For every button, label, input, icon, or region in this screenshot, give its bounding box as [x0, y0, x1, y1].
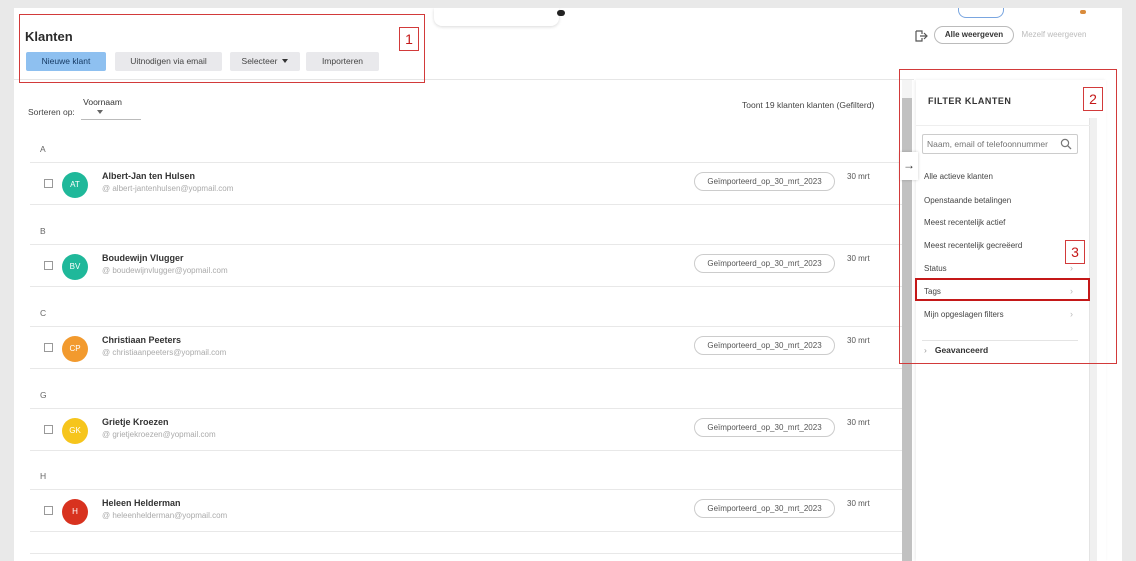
client-date: 30 mrt — [847, 336, 870, 345]
annotation-box-3 — [915, 278, 1090, 301]
divider — [30, 368, 906, 369]
client-name[interactable]: Heleen Helderman — [102, 498, 181, 508]
row-checkbox[interactable] — [44, 261, 53, 270]
client-tag[interactable]: Geïmporteerd_op_30_mrt_2023 — [694, 254, 835, 273]
result-count: Toont 19 klanten klanten (Gefilterd) — [742, 100, 875, 110]
client-email: @ grietjekroezen@yopmail.com — [102, 430, 216, 439]
avatar: AT — [62, 172, 88, 198]
divider — [30, 204, 906, 205]
annotation-number: 1 — [399, 27, 419, 51]
section-letter: H — [40, 471, 47, 481]
sort-value: Voornaam — [83, 97, 122, 107]
avatar: CP — [62, 336, 88, 362]
divider — [30, 326, 906, 327]
section-letter: B — [40, 226, 46, 236]
divider — [30, 489, 906, 490]
annotation-box-2 — [899, 69, 1117, 364]
client-date: 30 mrt — [847, 499, 870, 508]
divider — [30, 286, 906, 287]
client-tag[interactable]: Geïmporteerd_op_30_mrt_2023 — [694, 172, 835, 191]
section-letter: C — [40, 308, 47, 318]
client-email: @ heleenhelderman@yopmail.com — [102, 511, 228, 520]
app-window: Klanten Nieuwe klant Uitnodigen via emai… — [14, 8, 1122, 561]
section-letter: G — [40, 390, 47, 400]
sort-select[interactable]: Voornaam — [81, 97, 142, 120]
annotation-number: 2 — [1083, 87, 1103, 111]
view-all-toggle[interactable]: Alle weergeven — [934, 26, 1014, 44]
client-name[interactable]: Christiaan Peeters — [102, 335, 181, 345]
divider — [30, 553, 906, 554]
row-checkbox[interactable] — [44, 506, 53, 515]
client-email: @ albert-jantenhulsen@yopmail.com — [102, 184, 234, 193]
row-checkbox[interactable] — [44, 425, 53, 434]
divider — [30, 162, 906, 163]
divider — [30, 450, 906, 451]
client-tag[interactable]: Geïmporteerd_op_30_mrt_2023 — [694, 499, 835, 518]
avatar: BV — [62, 254, 88, 280]
client-date: 30 mrt — [847, 254, 870, 263]
client-row[interactable]: CP Christiaan Peeters @ christiaanpeeter… — [30, 330, 906, 366]
client-name[interactable]: Boudewijn Vlugger — [102, 253, 184, 263]
client-email: @ boudewijnvlugger@yopmail.com — [102, 266, 228, 275]
sort-label: Sorteren op: — [28, 107, 75, 117]
view-self-toggle[interactable]: Mezelf weergeven — [1014, 26, 1094, 44]
avatar: GK — [62, 418, 88, 444]
client-tag[interactable]: Geïmporteerd_op_30_mrt_2023 — [694, 418, 835, 437]
client-name[interactable]: Albert-Jan ten Hulsen — [102, 171, 195, 181]
top-right-dot — [1080, 10, 1086, 14]
client-date: 30 mrt — [847, 418, 870, 427]
annotation-number: 3 — [1065, 240, 1085, 264]
client-email: @ christiaanpeeters@yopmail.com — [102, 348, 227, 357]
client-name[interactable]: Grietje Kroezen — [102, 417, 169, 427]
client-row[interactable]: H Heleen Helderman @ heleenhelderman@yop… — [30, 493, 906, 529]
divider — [30, 408, 906, 409]
client-tag[interactable]: Geïmporteerd_op_30_mrt_2023 — [694, 336, 835, 355]
caret-down-icon — [97, 110, 104, 114]
row-checkbox[interactable] — [44, 179, 53, 188]
annotation-box-1 — [19, 14, 425, 83]
section-letter: A — [40, 144, 46, 154]
divider — [30, 531, 906, 532]
client-row[interactable]: GK Grietje Kroezen @ grietjekroezen@yopm… — [30, 412, 906, 448]
export-icon[interactable] — [914, 29, 928, 43]
top-right-ghost-button — [958, 8, 1004, 18]
client-row[interactable]: BV Boudewijn Vlugger @ boudewijnvlugger@… — [30, 248, 906, 284]
sort-bar: Sorteren op: Voornaam — [28, 97, 142, 120]
row-checkbox[interactable] — [44, 343, 53, 352]
divider — [30, 244, 906, 245]
client-row[interactable]: AT Albert-Jan ten Hulsen @ albert-janten… — [30, 166, 906, 202]
avatar: H — [62, 499, 88, 525]
client-date: 30 mrt — [847, 172, 870, 181]
